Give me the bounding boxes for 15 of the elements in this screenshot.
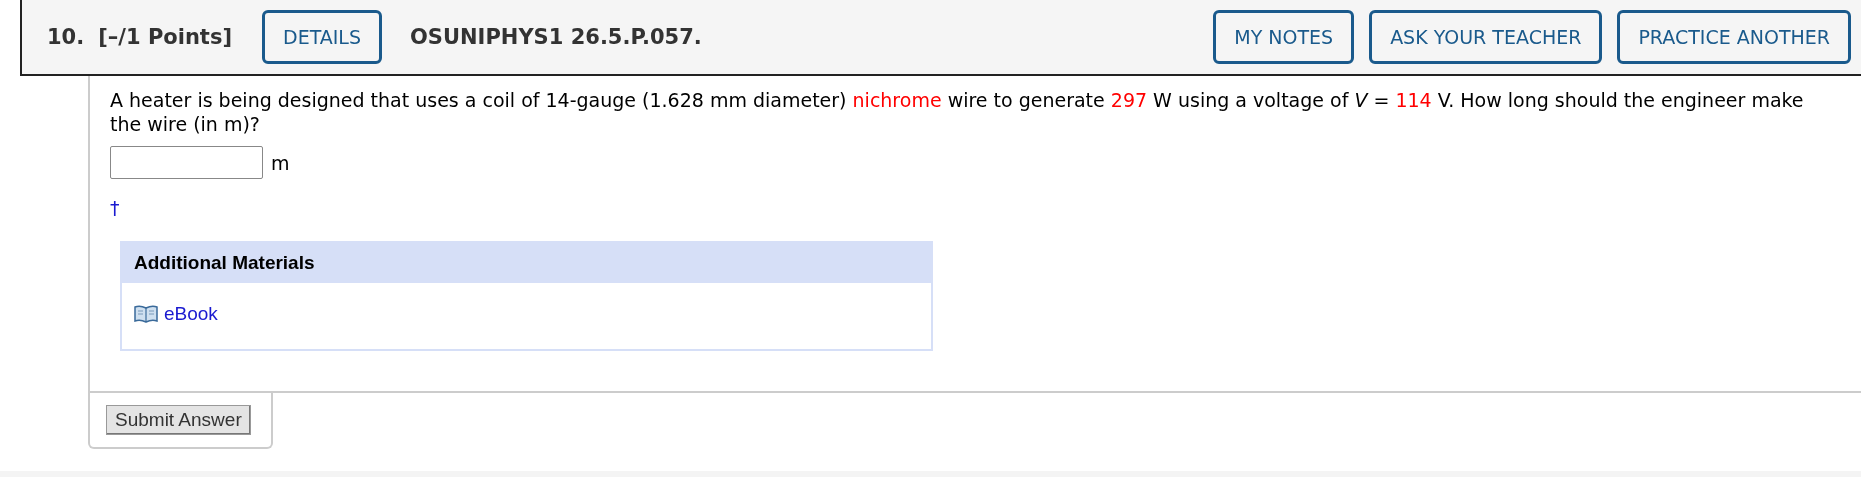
ask-teacher-button[interactable]: ASK YOUR TEACHER <box>1369 10 1603 64</box>
details-button[interactable]: DETAILS <box>262 10 382 64</box>
question-text: A heater is being designed that uses a coil of 14-gauge (1.628 mm diameter) nichrome wire to generate 297 W using a voltage of V = 114 V. How long should the engineer make the wire (in m)? <box>110 88 1805 136</box>
my-notes-button[interactable]: MY NOTES <box>1213 10 1355 64</box>
submit-answer-button[interactable]: Submit Answer <box>106 405 251 435</box>
points-label: [–/1 Points] <box>98 25 232 49</box>
answer-field[interactable] <box>110 146 263 179</box>
book-icon <box>134 304 158 324</box>
practice-another-button[interactable]: PRACTICE ANOTHER <box>1617 10 1851 64</box>
question-number: 10. <box>47 25 85 49</box>
materials-header: Additional Materials <box>122 243 931 283</box>
ebook-link[interactable]: eBook <box>164 303 218 325</box>
problem-code: OSUNIPHYS1 26.5.P.057. <box>410 25 702 49</box>
footnote-mark: † <box>110 197 121 219</box>
unit-label: m <box>271 151 290 174</box>
